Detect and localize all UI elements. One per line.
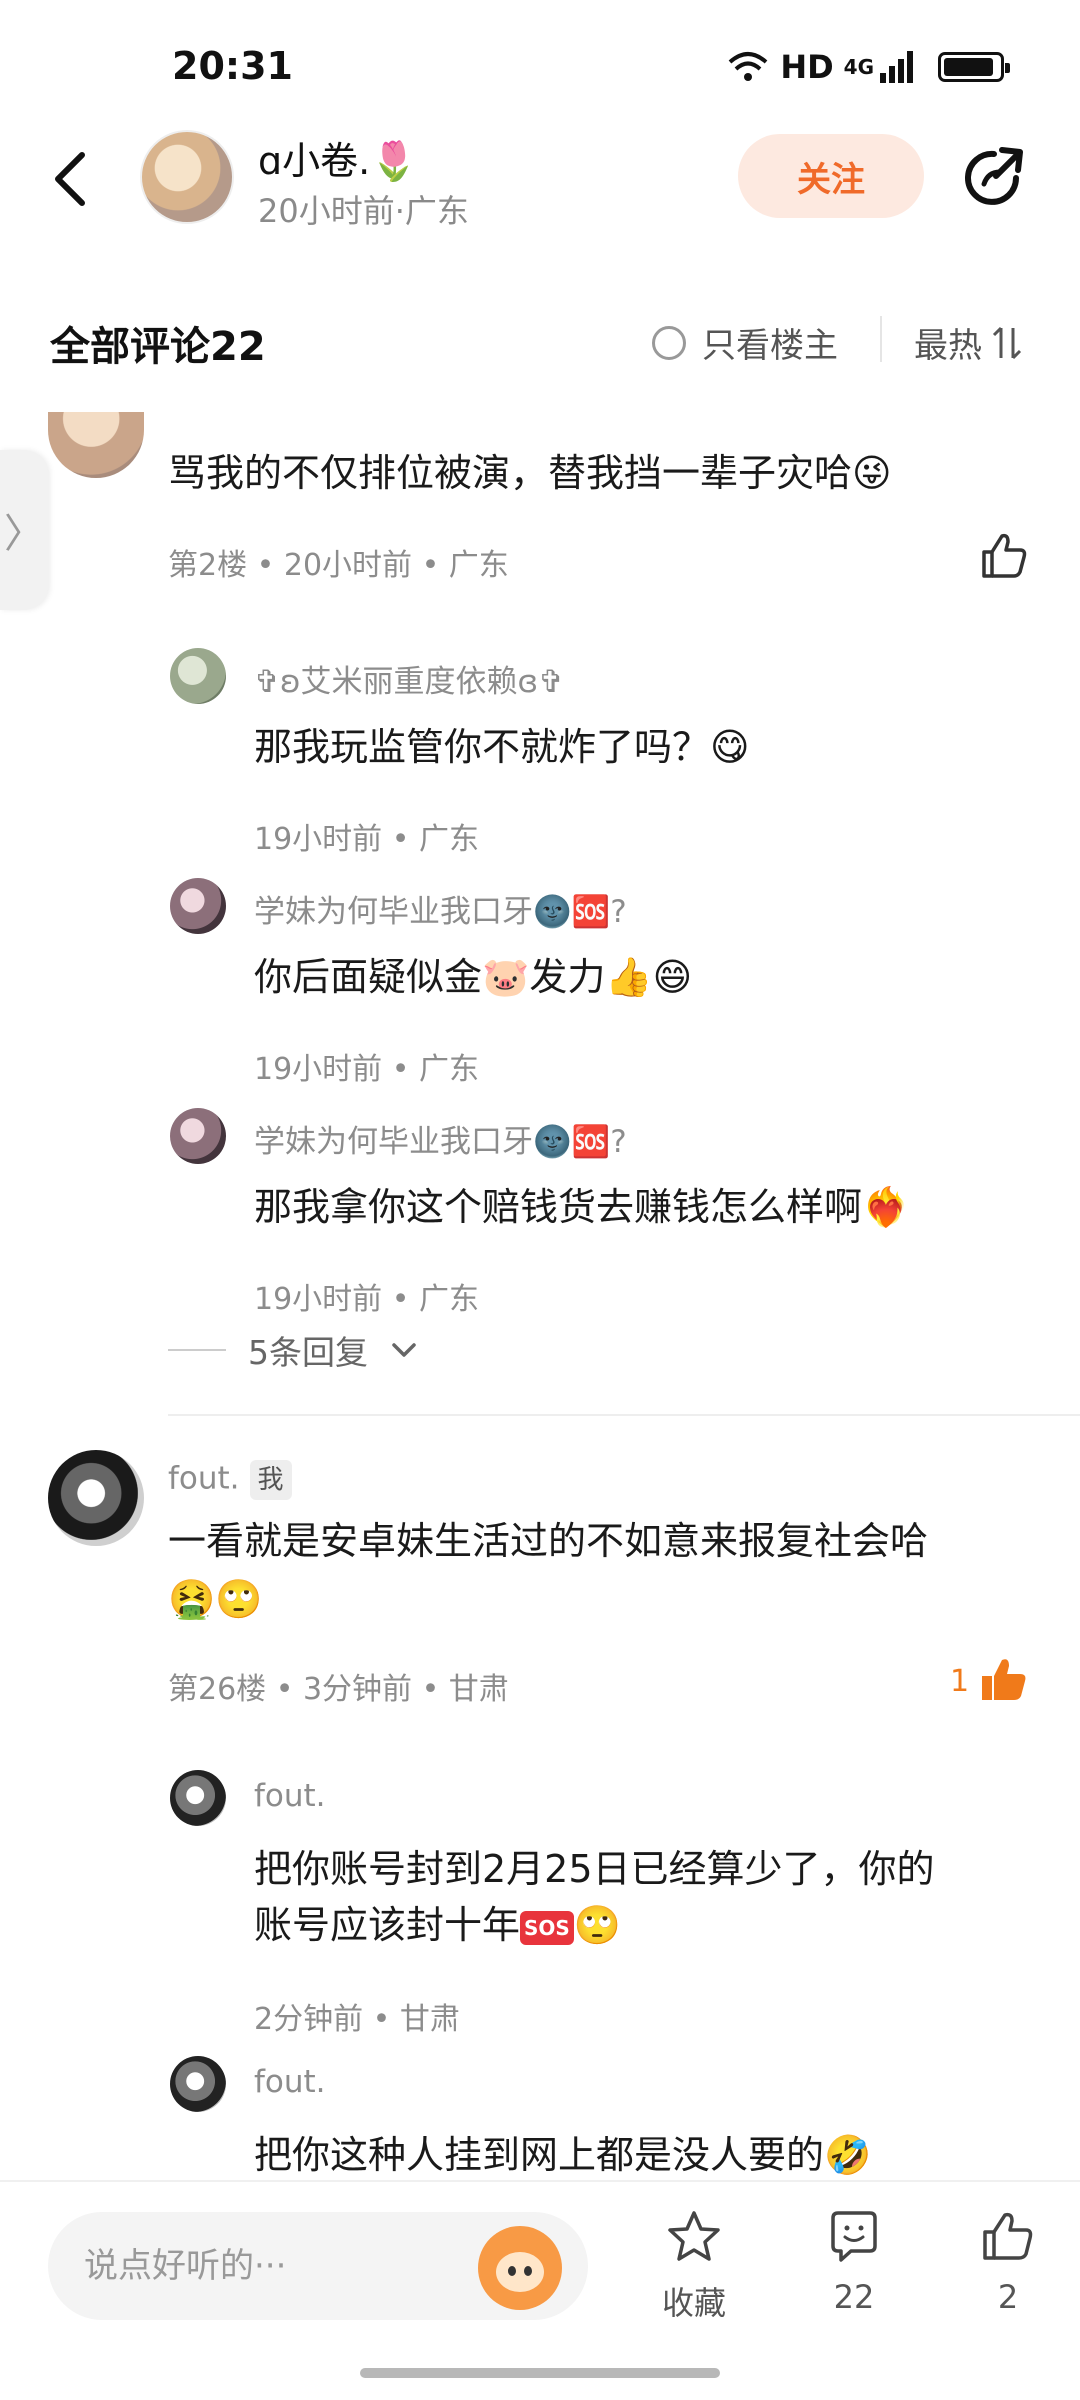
like-icon	[983, 2212, 1033, 2260]
share-button[interactable]	[960, 144, 1028, 212]
more-replies-button[interactable]: 5条回复	[168, 1326, 418, 1374]
author-meta: 20小时前·广东	[258, 192, 469, 230]
favorite-button[interactable]: 收藏	[634, 2208, 754, 2324]
reply-meta: 19小时前 • 广东	[254, 1052, 479, 1087]
wifi-icon	[728, 52, 768, 81]
reply-avatar[interactable]	[170, 878, 226, 934]
comment-text: 骂我的不仅排位被演，替我挡一辈子灾哈😜	[168, 451, 892, 495]
mascot-icon[interactable]	[478, 2226, 562, 2310]
comment-meta: 第2楼 • 20小时前 • 广东	[168, 548, 509, 583]
side-expand-tab[interactable]: 〉	[0, 450, 48, 610]
comment-author-row: fout. 我	[168, 1460, 292, 1500]
reply-author[interactable]: fout.	[254, 2064, 326, 2100]
reply-text-line2-tail: 🙄	[573, 1903, 622, 1947]
battery-fill	[944, 58, 993, 76]
author-avatar[interactable]	[140, 130, 234, 224]
mascot-eye	[524, 2266, 532, 2276]
reply-text: 把你账号封到2月25日已经算少了，你的	[254, 1847, 935, 1891]
favorite-label: 收藏	[661, 2284, 726, 2322]
reply-text-line2-main: 账号应该封十年	[254, 1903, 521, 1947]
reply-author[interactable]: 学妹为何毕业我口牙🌚🆘?	[254, 886, 627, 931]
like-count: 1	[950, 1664, 970, 1699]
like-filled-icon[interactable]	[978, 1654, 1030, 1706]
battery-icon	[938, 52, 1010, 82]
reply-text: 那我拿你这个赔钱货去赚钱怎么样啊❤️‍🔥	[254, 1185, 910, 1229]
reply-author[interactable]: fout.	[254, 1778, 326, 1814]
comments-title: 全部评论22	[50, 324, 266, 370]
reply-meta: 19小时前 • 广东	[254, 1282, 479, 1317]
reply-meta: 19小时前 • 广东	[254, 822, 479, 857]
sort-dropdown[interactable]: 最热	[914, 318, 1022, 367]
signal-icon	[880, 51, 913, 83]
comment-text-line2: 🤮🙄	[168, 1577, 263, 1621]
network-4g-label: 4G	[843, 55, 874, 79]
reply-meta: 2分钟前 • 甘肃	[254, 2002, 460, 2037]
comment-button[interactable]: 22	[794, 2208, 914, 2316]
reply-author[interactable]: 学妹为何毕业我口牙🌚🆘?	[254, 1116, 627, 1161]
share-icon	[965, 147, 1023, 205]
sos-emoji: SOS	[520, 1910, 574, 1945]
like-count: 2	[997, 2278, 1019, 2316]
author-name[interactable]: ɑ小卷.🌷	[258, 130, 418, 185]
mascot-eye	[508, 2266, 516, 2276]
reply-avatar[interactable]	[170, 2056, 226, 2112]
bottom-action-bar: 收藏 22 2	[0, 2180, 1080, 2400]
more-replies-line	[168, 1349, 226, 1351]
op-only-toggle[interactable]: 只看楼主	[652, 318, 838, 367]
follow-button[interactable]: 关注	[738, 134, 924, 218]
comment-count: 22	[833, 2278, 875, 2316]
network-hd-label: HD	[780, 48, 834, 86]
home-indicator[interactable]	[360, 2368, 720, 2378]
comment-input[interactable]	[84, 2236, 464, 2296]
me-badge: 我	[249, 1460, 292, 1500]
like-icon[interactable]	[978, 530, 1030, 582]
divider	[880, 316, 882, 362]
more-replies-label: 5条回复	[248, 1333, 368, 1372]
op-only-radio[interactable]	[652, 325, 686, 360]
star-icon	[668, 2211, 720, 2261]
status-icons: HD 4G	[726, 48, 1010, 86]
reply-text-line2: 账号应该封十年 SOS 🙄	[254, 1896, 621, 1954]
commenter-avatar[interactable]	[48, 412, 144, 478]
status-bar: 20:31 HD 4G	[0, 0, 1080, 130]
reply-text: 那我玩监管你不就炸了吗？😋	[254, 725, 750, 769]
sort-icon	[992, 326, 1022, 359]
op-only-label: 只看楼主	[702, 326, 838, 366]
like-button[interactable]: 2	[948, 2208, 1068, 2316]
comment-text: 一看就是安卓妹生活过的不如意来报复社会哈	[168, 1519, 929, 1563]
comment-icon	[831, 2211, 877, 2262]
reply-avatar[interactable]	[170, 1108, 226, 1164]
commenter-avatar[interactable]	[48, 1450, 144, 1546]
sort-label: 最热	[914, 326, 982, 366]
back-icon	[55, 152, 85, 206]
comment-meta: 第26楼 • 3分钟前 • 甘肃	[168, 1672, 509, 1707]
back-button[interactable]	[40, 144, 100, 214]
reply-text: 你后面疑似金🐷发力👍😄	[254, 955, 693, 999]
reply-avatar[interactable]	[170, 1770, 226, 1826]
post-header: ɑ小卷.🌷 20小时前·广东 关注	[0, 120, 1080, 240]
reply-author[interactable]: ✞ʚ艾米丽重度依赖ɞ✞	[254, 656, 564, 701]
comment-author[interactable]: fout.	[168, 1461, 240, 1497]
status-time: 20:31	[172, 44, 293, 88]
comment-divider	[168, 1414, 1080, 1416]
chevron-down-icon	[392, 1343, 416, 1357]
comments-bar: 全部评论22 只看楼主 最热	[0, 296, 1080, 386]
comment-input-box[interactable]	[48, 2212, 588, 2320]
reply-avatar[interactable]	[170, 648, 226, 704]
reply-text: 把你这种人挂到网上都是没人要的🤣	[254, 2133, 872, 2177]
